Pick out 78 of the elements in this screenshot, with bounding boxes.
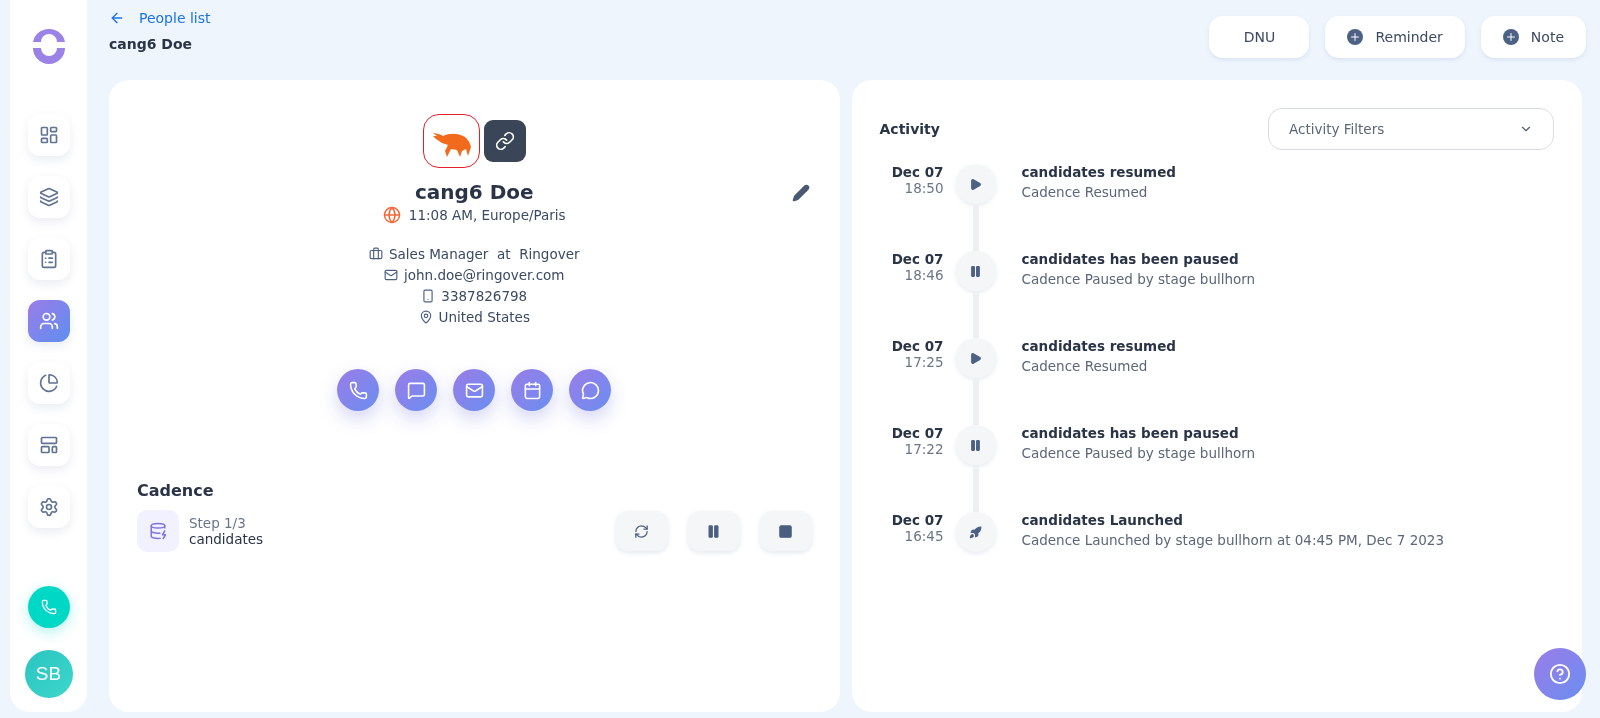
activity-title-text: candidates resumed <box>1021 164 1176 180</box>
activity-date: Dec 07 <box>891 164 944 180</box>
activity-time: 18:50 <box>904 180 944 196</box>
email-button[interactable] <box>453 369 496 411</box>
contact-job: Sales Manager at Ringover <box>389 246 580 262</box>
pause-button[interactable] <box>687 511 740 551</box>
cadence-step: Step 1/3 <box>189 515 596 531</box>
refresh-icon <box>634 523 649 539</box>
activity-date: Dec 07 <box>891 425 944 441</box>
add-button[interactable]: Reminder <box>1325 16 1465 58</box>
activity-detail: Cadence Paused by stage bullhorn <box>1021 271 1256 287</box>
local-time: 11:08 AM, Europe/Paris <box>408 207 566 223</box>
company-logo <box>422 114 480 168</box>
calendar-icon <box>522 380 542 400</box>
activity-date: Dec 07 <box>891 338 944 354</box>
link-icon[interactable] <box>483 120 526 162</box>
people-icon <box>38 311 59 331</box>
activity-detail: Cadence Paused by stage bullhorn <box>1021 445 1256 461</box>
contact-phone: 3387826798 <box>441 288 528 304</box>
layers-icon <box>38 187 59 207</box>
briefcase-icon <box>369 247 383 261</box>
refresh-button[interactable] <box>615 511 668 551</box>
activity-detail: Cadence Resumed <box>1021 184 1149 200</box>
activity-date: Dec 07 <box>891 512 944 528</box>
plus-circle-icon <box>1502 29 1519 45</box>
phone-icon <box>40 599 57 615</box>
add-button[interactable]: Note <box>1480 16 1586 58</box>
message-icon <box>406 380 426 400</box>
mobile-icon <box>421 289 436 303</box>
activity-title: Activity <box>879 121 940 137</box>
templates-icon <box>38 435 59 455</box>
activity-time: 18:46 <box>904 267 944 283</box>
whatsapp-button[interactable] <box>569 369 612 411</box>
settings-icon <box>38 497 59 517</box>
tasks-nav-button[interactable] <box>27 238 70 280</box>
edit-button[interactable] <box>791 184 810 202</box>
help-button[interactable] <box>1534 648 1586 700</box>
activity-detail: Cadence Resumed <box>1021 358 1149 374</box>
pin-icon <box>418 310 433 324</box>
contact-name: cang6 Doe <box>414 180 534 204</box>
activity-title-text: candidates has been paused <box>1021 251 1240 267</box>
stop-button[interactable] <box>759 511 812 551</box>
layers-nav-button[interactable] <box>27 176 70 218</box>
back-arrow-icon <box>109 10 125 26</box>
activity-time: 16:45 <box>904 528 944 544</box>
back-link[interactable]: People list <box>109 10 211 26</box>
envelope-icon <box>384 268 398 282</box>
activity-time: 17:22 <box>904 441 944 457</box>
contact-location: United States <box>438 309 530 325</box>
people-nav-button[interactable] <box>27 300 70 342</box>
message-button[interactable] <box>395 369 438 411</box>
activity-filter-dropdown[interactable]: Activity Filters <box>1268 108 1554 150</box>
page-title: cang6 Doe <box>109 36 194 52</box>
calendar-button[interactable] <box>511 369 554 411</box>
dashboard-icon <box>38 125 59 145</box>
help-icon <box>1549 663 1571 685</box>
plus-circle-icon <box>1347 29 1364 45</box>
tag-button[interactable]: DNU <box>1209 16 1310 58</box>
activity-date: Dec 07 <box>891 251 944 267</box>
analytics-nav-button[interactable] <box>27 362 70 404</box>
email-icon <box>464 380 484 400</box>
analytics-icon <box>38 373 59 393</box>
activity-title-text: candidates has been paused <box>1021 425 1240 441</box>
globe-clock-icon <box>382 206 401 224</box>
cadence-title: Cadence <box>137 481 215 500</box>
settings-nav-button[interactable] <box>27 486 70 528</box>
activity-title-text: candidates resumed <box>1021 338 1176 354</box>
templates-nav-button[interactable] <box>27 424 70 466</box>
call-icon <box>348 380 368 400</box>
dashboard-nav-button[interactable] <box>27 114 70 156</box>
pause-icon <box>706 523 721 539</box>
stop-icon <box>778 523 793 539</box>
cadence-name: candidates <box>189 531 265 547</box>
activity-title-text: candidates Launched <box>1021 512 1184 528</box>
contact-email: john.doe@ringover.com <box>404 267 565 283</box>
activity-detail: Cadence Launched by stage bullhorn at 04:45 PM, Dec 7 2023 <box>1021 532 1444 548</box>
activity-time: 17:25 <box>904 354 944 370</box>
call-button[interactable] <box>337 369 380 411</box>
